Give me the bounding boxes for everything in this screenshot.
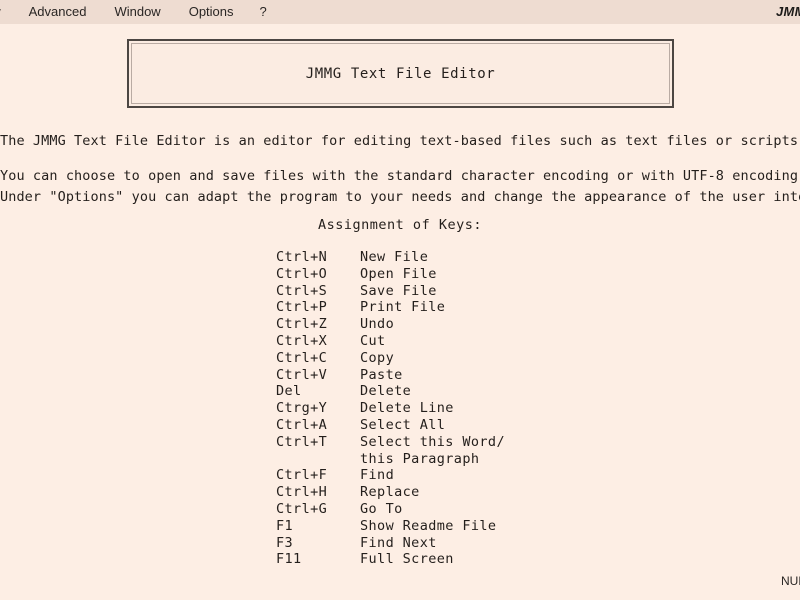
brand-logo: JMMG <box>776 4 800 19</box>
key-description: Save File <box>360 282 437 299</box>
key-description: Show Readme File <box>360 517 497 534</box>
key-combo: F3 <box>276 534 294 551</box>
key-combo: F1 <box>276 517 294 534</box>
key-binding-row: Ctrl+C Copy <box>276 350 505 367</box>
menu-item-advanced[interactable]: Advanced <box>15 0 101 24</box>
key-description: Print File <box>360 299 446 316</box>
key-bindings-list: Ctrl+N New File Ctrl+O Open File Ctrl+S Save … <box>276 249 505 568</box>
key-binding-row: Ctrl+X Cut <box>276 333 505 350</box>
key-binding-row: Ctrl+Z Undo <box>276 316 505 333</box>
intro-line-1: The JMMG Text File Editor is an editor f… <box>0 133 800 149</box>
key-binding-row: Ctrl+S Save File <box>276 283 505 300</box>
key-description: Open File <box>360 265 437 282</box>
key-binding-row: Ctrl+O Open File <box>276 266 505 283</box>
menu-item-options[interactable]: Options <box>175 0 248 24</box>
key-combo: Ctrl+X <box>276 332 328 349</box>
page-title: JMMG Text File Editor <box>305 65 496 82</box>
key-combo: Ctrl+N <box>276 249 328 265</box>
key-combo: Ctrg+Y <box>276 400 328 417</box>
menu-item-window[interactable]: Window <box>100 0 174 24</box>
title-panel-inner: JMMG Text File Editor <box>131 43 670 104</box>
key-binding-row: Ctrl+P Print File <box>276 299 505 316</box>
key-description: New File <box>360 249 429 265</box>
key-binding-row: Ctrl+A Select All <box>276 417 505 434</box>
key-combo: Ctrl+V <box>276 366 328 383</box>
menu-bar: ew Advanced Window Options ? <box>0 0 800 24</box>
key-description: Replace <box>360 484 420 501</box>
key-combo: Ctrl+H <box>276 484 328 501</box>
keys-section-heading: Assignment of Keys: <box>318 217 482 233</box>
key-binding-row: Ctrg+Y Delete Line <box>276 400 505 417</box>
key-binding-row: Ctrl+V Paste <box>276 367 505 384</box>
key-description: Delete <box>360 383 412 400</box>
menu-item-view[interactable]: ew <box>0 0 15 24</box>
menu-item-help[interactable]: ? <box>248 0 279 24</box>
key-description: Full Screen <box>360 551 454 568</box>
menu-items-group: ew Advanced Window Options ? <box>0 0 279 24</box>
key-binding-row: Ctrl+H Replace <box>276 484 505 501</box>
key-binding-row: F1 Show Readme File <box>276 518 505 535</box>
intro-line-3: Under "Options" you can adapt the progra… <box>0 189 800 205</box>
key-combo: Ctrl+Z <box>276 316 328 333</box>
key-combo: Ctrl+S <box>276 282 328 299</box>
key-combo: F11 <box>276 551 302 568</box>
key-description: Find <box>360 467 395 484</box>
key-combo: Ctrl+F <box>276 467 328 484</box>
key-combo: Ctrl+G <box>276 500 328 517</box>
key-description: Undo <box>360 316 395 333</box>
key-binding-row: Ctrl+G Go To <box>276 501 505 518</box>
key-binding-row: F3 Find Next <box>276 535 505 552</box>
key-binding-row: F11 Full Screen <box>276 551 505 568</box>
key-description: Delete Line <box>360 400 454 417</box>
key-combo: Ctrl+C <box>276 349 328 366</box>
key-combo: Ctrl+A <box>276 416 328 433</box>
key-binding-row: Ctrl+F Find <box>276 467 505 484</box>
key-description: Select this Word/ <box>360 433 505 450</box>
title-panel: JMMG Text File Editor <box>127 39 674 108</box>
key-combo: Del <box>276 383 302 400</box>
key-binding-row: Ctrl+T Select this Word/ <box>276 434 505 451</box>
status-num-indicator: NUM <box>781 574 800 588</box>
key-binding-row: Ctrl+N New File <box>276 249 505 266</box>
key-combo: Ctrl+O <box>276 265 328 282</box>
key-combo: Ctrl+T <box>276 433 328 450</box>
key-description: Select All <box>360 416 446 433</box>
key-description: Go To <box>360 500 403 517</box>
key-description: Find Next <box>360 534 437 551</box>
key-binding-row: Del Delete <box>276 383 505 400</box>
key-combo: Ctrl+P <box>276 299 328 316</box>
key-binding-row: this Paragraph <box>276 451 505 468</box>
key-description: Paste <box>360 366 403 383</box>
key-description: Copy <box>360 349 395 366</box>
key-description: Cut <box>360 332 386 349</box>
intro-line-2: You can choose to open and save files wi… <box>0 168 800 184</box>
key-description: this Paragraph <box>360 450 480 467</box>
